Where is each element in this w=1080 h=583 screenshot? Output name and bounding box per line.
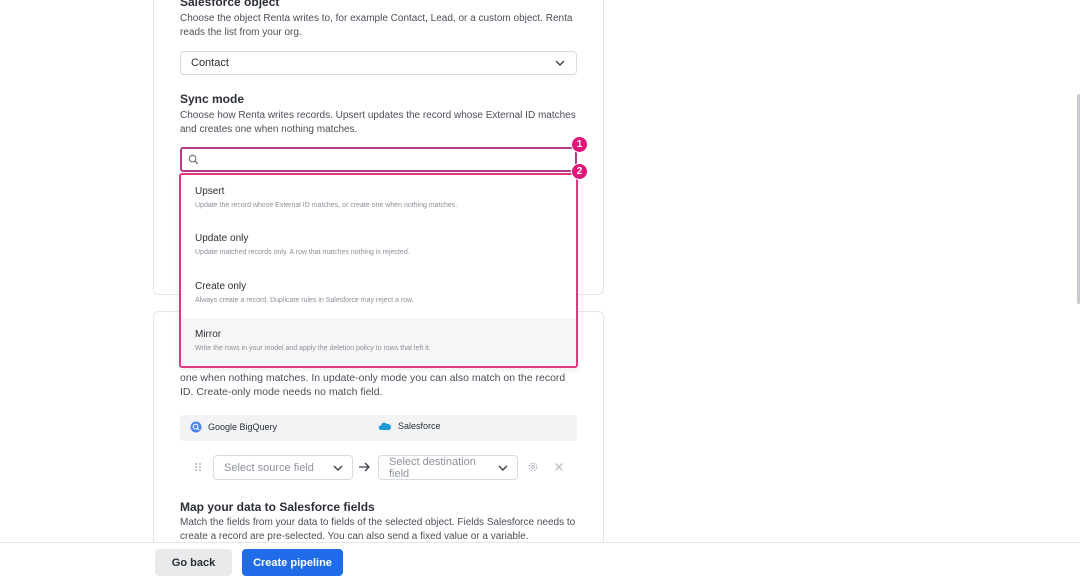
option-label: Upsert (195, 186, 225, 197)
destination-field-placeholder: Select destination field (389, 455, 476, 480)
option-description: Update the record whose External ID matc… (195, 202, 458, 209)
create-pipeline-button[interactable]: Create pipeline (242, 549, 343, 576)
map-section-description: Match the fields from your data to field… (180, 517, 576, 542)
bigquery-icon (190, 421, 202, 433)
option-mirror[interactable]: Mirror Write the rows in your model and … (181, 318, 576, 366)
gear-icon[interactable] (527, 461, 539, 473)
source-field-select[interactable]: Select source field (213, 455, 353, 480)
option-description: Always create a record. Duplicate rules … (195, 297, 414, 304)
chevron-down-icon (333, 465, 343, 471)
chevron-down-icon (498, 465, 508, 471)
search-icon (188, 154, 199, 165)
sync-mode-search[interactable] (180, 147, 577, 172)
option-create-only[interactable]: Create only Always create a record. Dupl… (181, 270, 576, 317)
object-select-value: Contact (191, 57, 229, 69)
page: Salesforce object Choose the object Rent… (0, 0, 1080, 583)
salesforce-cloud-icon (378, 422, 392, 430)
sync-section-description: Choose how Renta writes records. Upsert … (180, 110, 576, 135)
destination-field-select[interactable]: Select destination field (378, 455, 518, 480)
option-description: Update matched records only. A row that … (195, 249, 410, 256)
option-update-only[interactable]: Update only Update matched records only.… (181, 222, 576, 269)
mapping-header: Google BigQuery Salesforce (180, 415, 577, 441)
callout-badge-2: 2 (571, 163, 588, 180)
sync-mode-search-input[interactable] (203, 150, 575, 169)
option-label: Create only (195, 281, 247, 292)
source-field-placeholder: Select source field (224, 461, 314, 474)
drag-handle-icon[interactable] (194, 462, 202, 472)
source-connector: Google BigQuery (190, 421, 277, 433)
option-upsert[interactable]: Upsert Update the record whose External … (181, 175, 576, 222)
sync-section-title: Sync mode (180, 92, 245, 106)
option-label: Update only (195, 233, 249, 244)
destination-connector: Salesforce (378, 421, 441, 431)
source-name: Google BigQuery (208, 422, 278, 432)
object-section-description: Choose the object Renta writes to, for e… (180, 13, 573, 38)
callout-badge-1: 1 (571, 136, 588, 153)
object-section-title: Salesforce object (180, 0, 280, 9)
option-label: Mirror (195, 329, 222, 340)
close-icon[interactable] (553, 461, 565, 473)
sync-mode-dropdown: Upsert Update the record whose External … (179, 173, 578, 368)
object-select[interactable]: Contact (180, 51, 577, 75)
option-description: Write the rows in your model and apply t… (195, 345, 431, 352)
go-back-button[interactable]: Go back (155, 549, 232, 576)
match-section-description: one when nothing matches. In update-only… (180, 372, 566, 398)
map-section-title: Map your data to Salesforce fields (180, 500, 375, 514)
arrow-right-icon (359, 462, 370, 472)
chevron-down-icon (555, 60, 565, 66)
destination-name: Salesforce (398, 421, 441, 431)
